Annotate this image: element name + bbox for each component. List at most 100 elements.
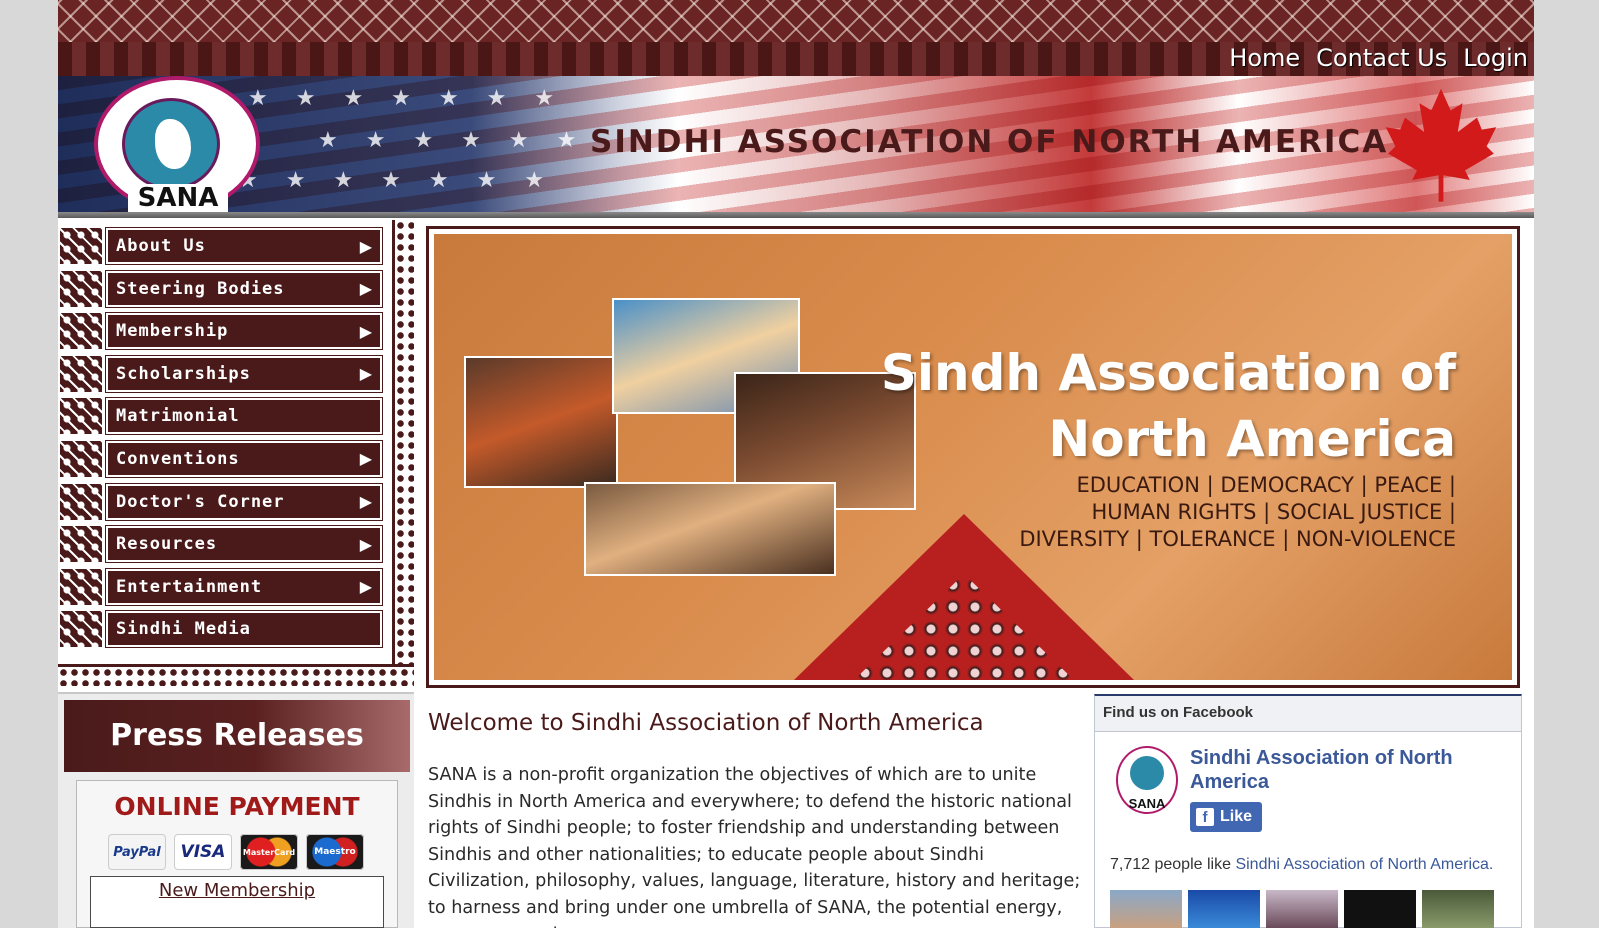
sidebar-item-label: Resources: [116, 534, 218, 555]
site-title: SINDHI ASSOCIATION OF NORTH AMERICA: [590, 124, 1389, 160]
facebook-faces: [1110, 890, 1494, 928]
fan-avatar[interactable]: [1422, 890, 1494, 928]
nav-contact-link[interactable]: Contact Us: [1316, 44, 1447, 74]
banner-divider: [58, 212, 1534, 218]
like-label: Like: [1220, 808, 1253, 825]
sidebar-item-box[interactable]: Entertainment ▶: [105, 567, 383, 606]
sidebar-item-label: Conventions: [116, 448, 240, 469]
sidebar-item-box[interactable]: About Us ▶: [105, 227, 383, 265]
hero-banner: Sindh Association of North America EDUCA…: [434, 234, 1512, 680]
header-banner: ★★★★★★★ ★★★★★★ ★★★★★★★ SANA SINDHI ASSOC…: [58, 76, 1534, 212]
sidebar-item-box[interactable]: Resources ▶: [105, 525, 383, 564]
star-decoration: ★★★★★★★: [248, 86, 583, 111]
facebook-heading: Find us on Facebook: [1095, 696, 1521, 732]
submenu-arrow-icon: ▶: [359, 279, 372, 299]
submenu-arrow-icon: ▶: [359, 449, 372, 469]
maestro-icon: Maestro: [306, 834, 364, 870]
star-decoration: ★★★★★★★: [238, 168, 573, 193]
menu-border-decoration: [392, 220, 414, 686]
fan-avatar[interactable]: [1110, 890, 1182, 928]
sindh-map-icon: [155, 119, 191, 169]
sidebar-item-label: About Us: [116, 236, 206, 256]
sidebar-item-box[interactable]: Conventions ▶: [105, 439, 383, 478]
hero-values-line: DIVERSITY | TOLERANCE | NON-VIOLENCE: [1019, 527, 1456, 551]
ajrak-pattern-icon: [60, 355, 106, 392]
logo-emblem-icon: [122, 98, 220, 190]
sidebar-item-sindhi-media[interactable]: Sindhi Media: [60, 610, 383, 649]
facebook-page-link[interactable]: Sindhi Association of North America.: [1235, 856, 1493, 873]
page: Home Contact Us Login ★★★★★★★ ★★★★★★ ★★★…: [58, 0, 1534, 928]
sidebar-item-box[interactable]: Sindhi Media: [105, 610, 383, 649]
submenu-arrow-icon: ▶: [359, 534, 372, 554]
sidebar-item-matrimonial[interactable]: Matrimonial: [60, 397, 383, 436]
submenu-arrow-icon: ▶: [359, 321, 372, 341]
sidebar-item-entertainment[interactable]: Entertainment ▶: [60, 567, 383, 606]
facebook-page-name-link[interactable]: Sindhi Association of North America: [1190, 746, 1490, 794]
hero-title-line: Sindh Association of: [880, 344, 1456, 402]
ajrak-pattern-icon: [60, 398, 106, 435]
sidebar-item-label: Sindhi Media: [116, 619, 251, 640]
sidebar-menu: About Us ▶ Steering Bodies ▶ Membership …: [60, 227, 383, 654]
fan-avatar[interactable]: [1188, 890, 1260, 928]
ajrak-pattern-icon: [60, 611, 106, 648]
ajrak-pattern-icon: [60, 526, 106, 563]
ajrak-pattern-icon: [60, 313, 106, 350]
maple-leaf-icon: [1385, 88, 1497, 202]
sidebar-item-label: Membership: [116, 321, 229, 342]
mastercard-icon: MasterCard: [240, 834, 298, 870]
sidebar-item-box[interactable]: Doctor's Corner ▶: [105, 482, 383, 521]
menu-border-decoration: [58, 664, 414, 686]
nav-login-link[interactable]: Login: [1463, 44, 1528, 74]
new-membership-link[interactable]: New Membership: [90, 880, 384, 901]
submenu-arrow-icon: ▶: [359, 236, 372, 256]
sidebar-item-box[interactable]: Steering Bodies ▶: [105, 269, 383, 308]
hero-photo: [466, 358, 616, 486]
header: Home Contact Us Login ★★★★★★★ ★★★★★★ ★★★…: [58, 0, 1534, 218]
ajrak-pattern-icon: [60, 270, 106, 307]
submenu-arrow-icon: ▶: [359, 577, 372, 597]
welcome-text: SANA is a non-profit organization the ob…: [428, 765, 1081, 928]
sidebar-item-box[interactable]: Matrimonial: [105, 397, 383, 436]
fan-avatar[interactable]: [1344, 890, 1416, 928]
sidebar-item-about-us[interactable]: About Us ▶: [60, 227, 383, 265]
hero-values-line: EDUCATION | DEMOCRACY | PEACE |: [1076, 473, 1456, 497]
sidebar-item-resources[interactable]: Resources ▶: [60, 525, 383, 564]
like-count-text: 7,712 people like: [1110, 856, 1236, 873]
sidebar-item-scholarships[interactable]: Scholarships ▶: [60, 354, 383, 393]
sidebar-item-membership[interactable]: Membership ▶: [60, 312, 383, 351]
sidebar-item-label: Scholarships: [116, 363, 251, 384]
submenu-arrow-icon: ▶: [359, 364, 372, 384]
payment-cards[interactable]: PayPal VISA MasterCard Maestro: [108, 834, 364, 870]
hero-values: EDUCATION | DEMOCRACY | PEACE | HUMAN RI…: [1019, 472, 1456, 553]
fan-avatar[interactable]: [1266, 890, 1338, 928]
hero-values-line: HUMAN RIGHTS | SOCIAL JUSTICE |: [1091, 500, 1456, 524]
welcome-title: Welcome to Sindhi Association of North A…: [428, 710, 984, 736]
sidebar-item-label: Entertainment: [116, 576, 263, 597]
logo-text: SANA: [128, 184, 228, 212]
sidebar-item-box[interactable]: Scholarships ▶: [105, 354, 383, 393]
ajrak-pattern-icon: [60, 483, 106, 520]
sana-logo[interactable]: SANA: [94, 76, 260, 212]
sidebar-item-label: Steering Bodies: [116, 278, 285, 299]
logo-emblem-icon: [1130, 756, 1164, 790]
submenu-arrow-icon: ▶: [359, 492, 372, 512]
facebook-like-button[interactable]: f Like: [1190, 802, 1262, 832]
sidebar-item-label: Doctor's Corner: [116, 491, 285, 512]
avatar-logo-text: SANA: [1128, 796, 1166, 811]
facebook-like-count: 7,712 people like Sindhi Association of …: [1110, 856, 1520, 874]
sidebar-item-conventions[interactable]: Conventions ▶: [60, 439, 383, 478]
visa-icon: VISA: [174, 834, 232, 870]
sidebar-item-box[interactable]: Membership ▶: [105, 312, 383, 351]
sidebar-item-doctors-corner[interactable]: Doctor's Corner ▶: [60, 482, 383, 521]
ajrak-pattern-icon: [60, 568, 106, 605]
press-releases-title[interactable]: Press Releases: [64, 700, 410, 772]
hero-title-line: North America: [1048, 410, 1456, 468]
online-payment-title: ONLINE PAYMENT: [114, 792, 360, 821]
sidebar-item-steering-bodies[interactable]: Steering Bodies ▶: [60, 269, 383, 308]
facebook-page-avatar[interactable]: SANA: [1116, 746, 1178, 814]
top-nav: Home Contact Us Login: [1229, 44, 1528, 74]
paypal-icon: PayPal: [108, 834, 166, 870]
star-decoration: ★★★★★★: [318, 128, 605, 153]
pattern-strip: [58, 0, 1534, 42]
nav-home-link[interactable]: Home: [1229, 44, 1300, 74]
